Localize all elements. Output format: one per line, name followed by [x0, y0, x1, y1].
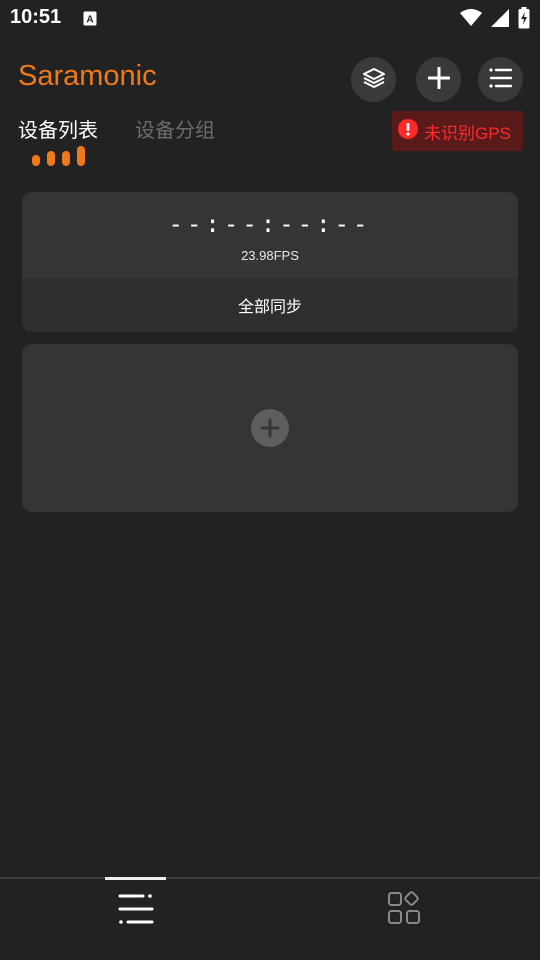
- add-device-button[interactable]: [416, 57, 461, 102]
- timecode-sync-card: --:--:--:-- 23.98FPS 全部同步: [22, 192, 518, 332]
- gps-status-badge[interactable]: 未识别GPS: [392, 111, 523, 151]
- a-letter-icon: A: [83, 11, 97, 26]
- apps-grid-icon: [387, 891, 423, 931]
- status-bar: 10:51 A: [0, 0, 540, 38]
- tab-device-groups[interactable]: 设备分组: [135, 114, 215, 143]
- sync-all-button[interactable]: 全部同步: [22, 278, 518, 332]
- add-device-card[interactable]: [22, 344, 518, 512]
- timecode-display: --:--:--:-- 23.98FPS: [22, 192, 518, 278]
- menu-button[interactable]: [478, 57, 523, 102]
- status-time: 10:51: [10, 6, 62, 28]
- signal-icon: [490, 8, 510, 32]
- nav-apps[interactable]: [385, 891, 425, 931]
- exclamation-icon: [398, 119, 418, 143]
- status-icons: [460, 7, 530, 33]
- wifi-icon: [460, 9, 482, 31]
- sync-all-label: 全部同步: [237, 297, 302, 316]
- plus-icon: [427, 66, 450, 93]
- brand-logo: Saramonic: [18, 60, 157, 92]
- menu-icon: [488, 67, 513, 92]
- layers-button[interactable]: [351, 57, 396, 102]
- fps-value: 23.98FPS: [241, 248, 299, 263]
- list-icon: [117, 892, 155, 930]
- battery-charging-icon: [518, 7, 530, 33]
- svg-text:A: A: [86, 15, 93, 26]
- gps-status-label: 未识别GPS: [424, 123, 511, 143]
- nav-device-list[interactable]: [116, 891, 156, 931]
- layers-icon: [362, 67, 386, 93]
- plus-circle-icon: [251, 409, 289, 447]
- tab-active-indicator: [31, 145, 89, 167]
- tab-device-list[interactable]: 设备列表: [18, 114, 98, 143]
- bottom-navigation: [0, 877, 540, 960]
- timecode-value: --:--:--:--: [168, 210, 372, 238]
- nav-active-indicator: [105, 877, 166, 880]
